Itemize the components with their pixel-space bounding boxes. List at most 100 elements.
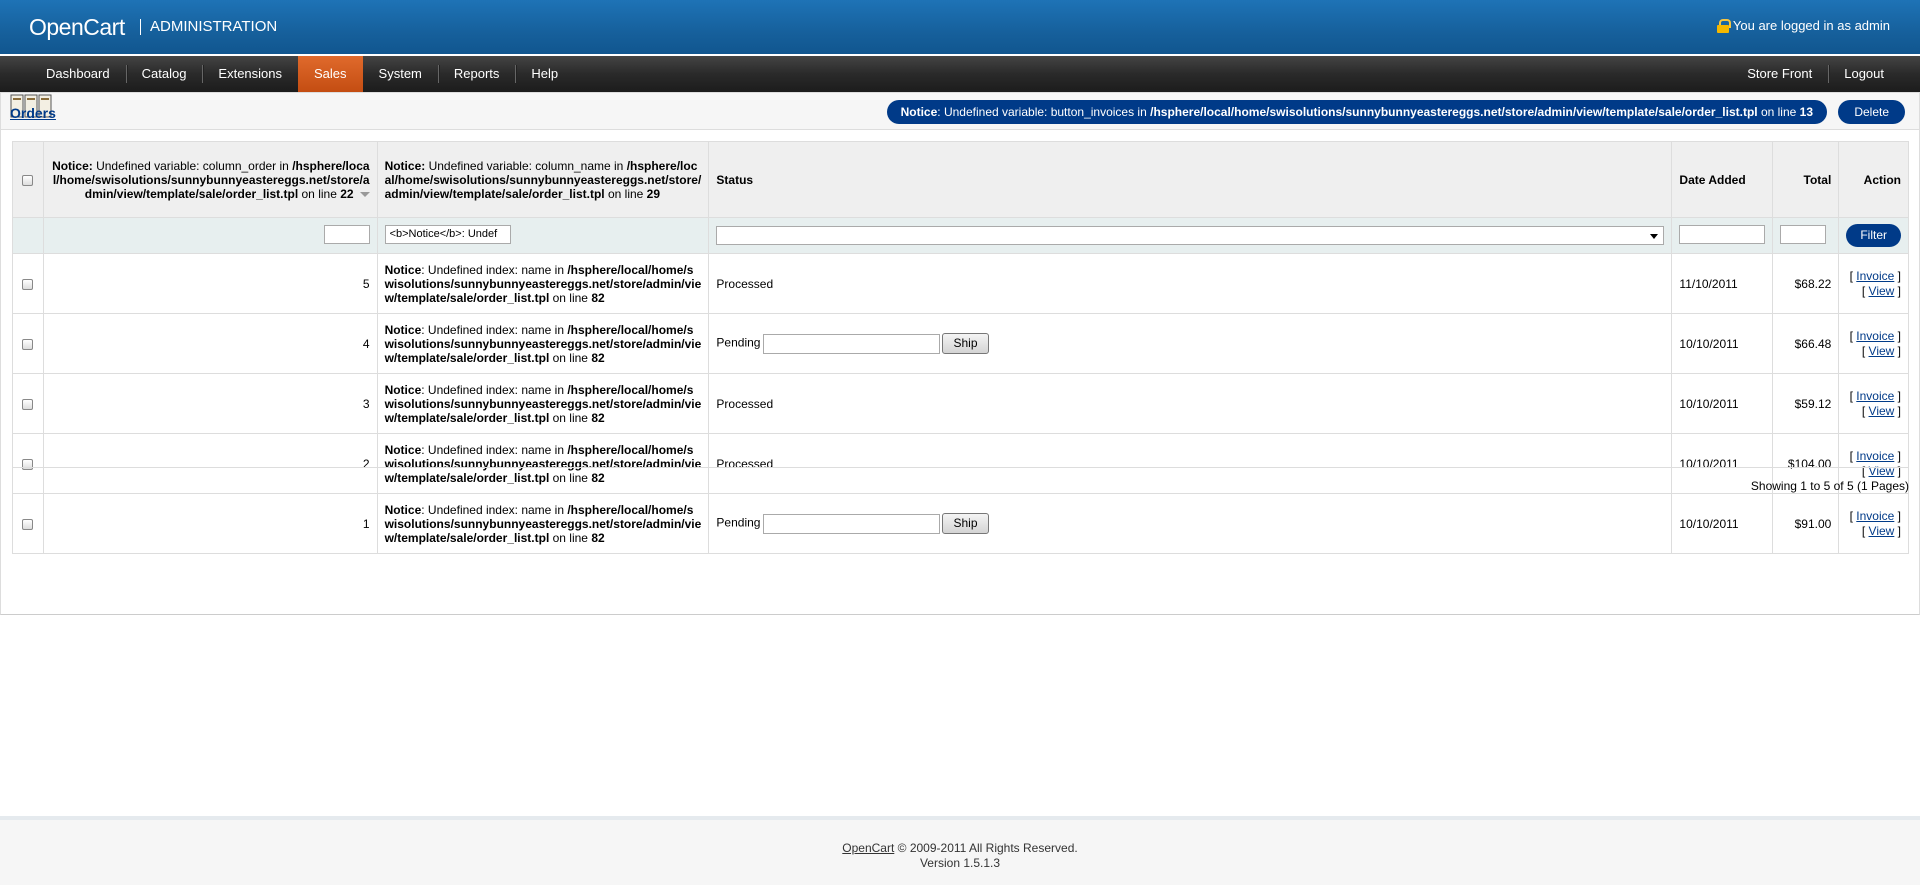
row-notice-prefix: Notice — [384, 442, 422, 457]
select-all-cell — [12, 141, 44, 218]
table-header-row: Notice: Undefined variable: column_order… — [12, 141, 1909, 218]
view-link[interactable]: View — [1869, 524, 1895, 538]
invoice-link[interactable]: Invoice — [1856, 329, 1894, 343]
row-notice-text: : Undefined index: name in — [421, 442, 568, 457]
column-name-header[interactable]: Notice: Undefined variable: column_name … — [376, 141, 710, 218]
col-order-text: Undefined variable: column_order in — [92, 158, 293, 173]
footer: OpenCart © 2009-2011 All Rights Reserved… — [0, 816, 1920, 885]
order-id: 1 — [42, 493, 378, 554]
filter-button[interactable]: Filter — [1846, 224, 1901, 247]
menu-store-front[interactable]: Store Front — [1731, 56, 1828, 92]
filter-empty-cell — [12, 217, 44, 254]
ship-button[interactable]: Ship — [942, 333, 989, 354]
column-date-header[interactable]: Date Added — [1671, 141, 1774, 218]
row-notice-prefix: Notice — [384, 382, 422, 397]
menu-system[interactable]: System — [363, 56, 438, 92]
sort-desc-icon — [359, 191, 370, 197]
status-cell: Pending Ship — [708, 313, 1673, 374]
date-added: 10/10/2011 — [1671, 493, 1774, 554]
filter-status-select[interactable] — [716, 226, 1665, 245]
filter-customer-input[interactable]: <b>Notice</b>: Undef — [384, 224, 511, 244]
filter-order-id-input[interactable] — [323, 224, 370, 244]
row-checkbox[interactable] — [22, 338, 34, 350]
menu-help[interactable]: Help — [515, 56, 574, 92]
row-checkbox[interactable] — [22, 518, 34, 530]
menu-right: Store Front Logout — [1731, 56, 1900, 92]
menu-reports[interactable]: Reports — [437, 56, 516, 92]
order-status: Pending — [716, 335, 761, 350]
order-total: $59.12 — [1772, 373, 1840, 434]
invoice-link[interactable]: Invoice — [1856, 509, 1894, 523]
footer-version: Version 1.5.1.3 — [919, 856, 1001, 870]
row-checkbox[interactable] — [22, 278, 34, 290]
col-order-line: 22 — [340, 186, 354, 201]
notice-text: : Undefined variable: button_invoices in — [937, 105, 1151, 119]
row-notice-on-line: on line — [549, 410, 592, 425]
tracking-input[interactable] — [763, 333, 941, 354]
customer-name-cell: Notice: Undefined index: name in /hspher… — [376, 253, 710, 314]
notice-on-line: on line — [1757, 105, 1800, 119]
menu-extensions[interactable]: Extensions — [202, 56, 298, 92]
menu-logout[interactable]: Logout — [1828, 56, 1900, 92]
brand-logo[interactable]: OpenCart — [29, 14, 125, 41]
delete-button[interactable]: Delete — [1838, 100, 1905, 124]
main-menu: Dashboard Catalog Extensions Sales System Rep… — [0, 56, 1920, 92]
row-select-cell — [12, 373, 44, 434]
invoice-link[interactable]: Invoice — [1856, 449, 1894, 463]
col-name-prefix: Notice: — [384, 158, 426, 173]
row-select-cell — [12, 313, 44, 374]
content-heading: Orders Notice: Undefined variable: butto… — [1, 93, 1919, 130]
col-name-text: Undefined variable: column_name in — [425, 158, 627, 173]
row-notice-text: : Undefined index: name in — [421, 322, 568, 337]
filter-row: <b>Notice</b>: Undef Filter — [12, 217, 1909, 254]
column-status-header[interactable]: Status — [708, 141, 1673, 218]
action-cell: [ Invoice ][ View ] — [1838, 253, 1909, 314]
footer-opencart-link[interactable]: OpenCart — [842, 841, 894, 855]
page-title: Orders — [10, 105, 56, 121]
filter-order-id-cell — [42, 217, 378, 254]
table-row: 3 Notice: Undefined index: name in /hsphe… — [12, 373, 1909, 434]
invoice-link[interactable]: Invoice — [1856, 269, 1894, 283]
action-cell: [ Invoice ][ View ] — [1838, 313, 1909, 374]
admin-title: ADMINISTRATION — [150, 18, 278, 35]
menu-dashboard[interactable]: Dashboard — [30, 56, 126, 92]
notice-line: 13 — [1799, 105, 1813, 119]
row-notice-on-line: on line — [549, 290, 592, 305]
row-notice-line: 82 — [591, 290, 605, 305]
col-name-line: 29 — [646, 186, 661, 201]
row-notice-prefix: Notice — [384, 322, 422, 337]
lock-icon — [1716, 18, 1731, 33]
filter-date-input[interactable] — [1679, 224, 1766, 244]
invoices-button[interactable]: Notice: Undefined variable: button_invoi… — [886, 100, 1827, 124]
customer-name-cell: Notice: Undefined index: name in /hspher… — [376, 373, 710, 434]
column-order-header[interactable]: Notice: Undefined variable: column_order… — [42, 141, 378, 218]
menu-sales[interactable]: Sales — [298, 56, 363, 92]
row-notice-line: 82 — [591, 530, 605, 545]
action-cell: [ Invoice ][ View ] — [1838, 373, 1909, 434]
date-added: 10/10/2011 — [1671, 373, 1774, 434]
view-link[interactable]: View — [1869, 344, 1895, 358]
row-notice-text: : Undefined index: name in — [421, 262, 568, 277]
order-total: $91.00 — [1772, 493, 1840, 554]
ship-button[interactable]: Ship — [942, 513, 989, 534]
filter-status-cell — [708, 217, 1673, 254]
row-checkbox[interactable] — [22, 398, 34, 410]
tracking-input[interactable] — [763, 513, 941, 534]
order-status: Processed — [716, 396, 774, 411]
table-row: 4 Notice: Undefined index: name in /hsphe… — [12, 313, 1909, 374]
table-row: 1 Notice: Undefined index: name in /hsphe… — [12, 493, 1909, 554]
table-row: 5 Notice: Undefined index: name in /hsphe… — [12, 253, 1909, 314]
column-total-header[interactable]: Total — [1772, 141, 1840, 218]
invoice-link[interactable]: Invoice — [1856, 389, 1894, 403]
login-status: You are logged in as admin — [1716, 18, 1890, 33]
row-notice-prefix: Notice — [384, 262, 422, 277]
filter-customer-cell: <b>Notice</b>: Undef — [376, 217, 710, 254]
menu-catalog[interactable]: Catalog — [125, 56, 203, 92]
filter-button-cell: Filter — [1838, 217, 1909, 254]
view-link[interactable]: View — [1869, 284, 1895, 298]
view-link[interactable]: View — [1869, 404, 1895, 418]
filter-total-input[interactable] — [1780, 224, 1827, 244]
filter-total-cell — [1772, 217, 1840, 254]
customer-name-cell: Notice: Undefined index: name in /hspher… — [376, 493, 710, 554]
select-all-checkbox[interactable] — [22, 174, 34, 186]
